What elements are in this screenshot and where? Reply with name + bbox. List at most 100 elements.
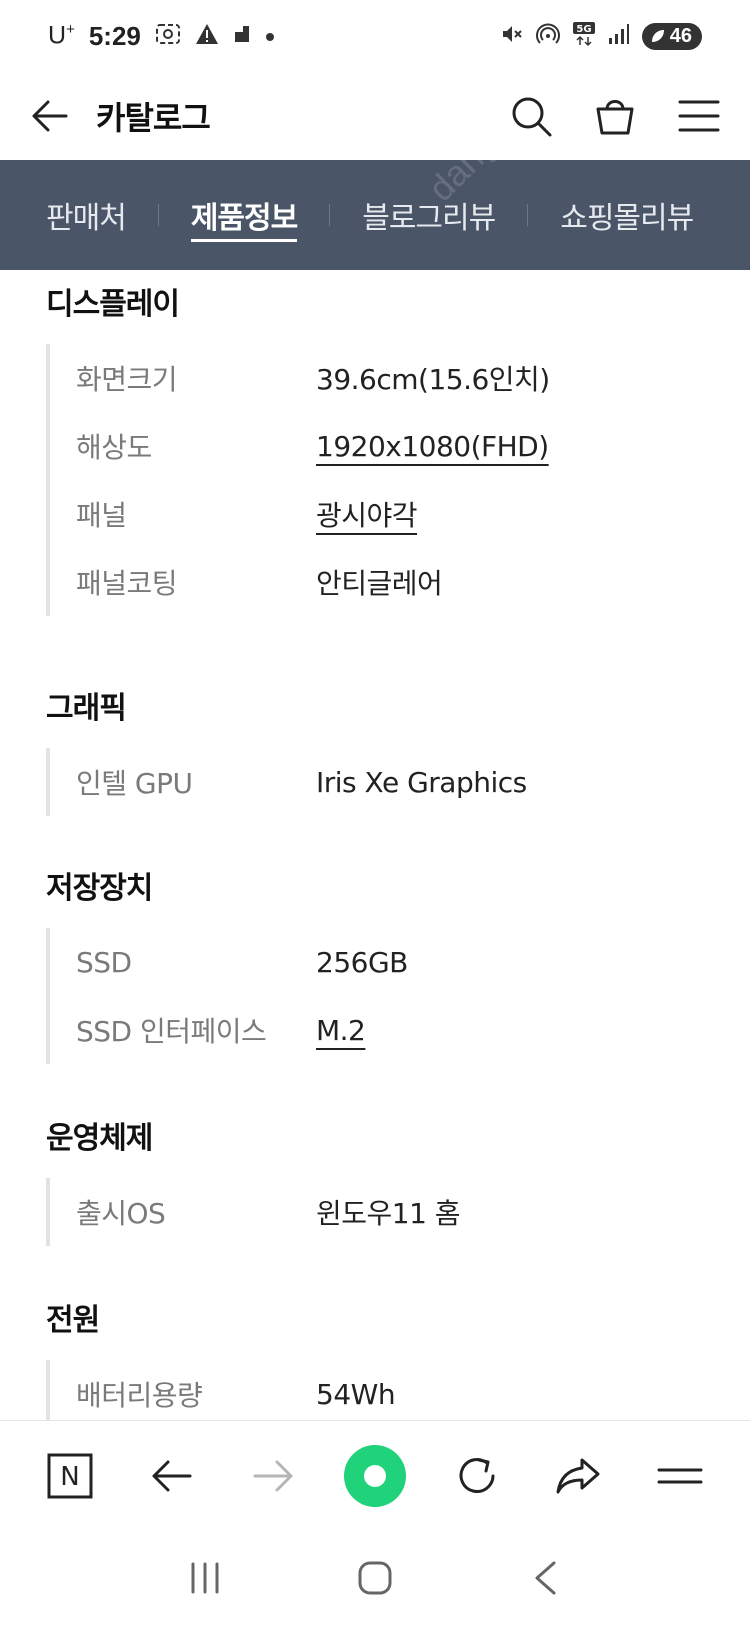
section-title: 그래픽: [46, 691, 127, 726]
spec-value-link[interactable]: 광시야각: [316, 494, 418, 534]
spec-list: 배터리용량 54Wh: [46, 1360, 750, 1420]
page-title: 카탈로그: [96, 99, 211, 137]
hamburger-menu-icon: [678, 100, 720, 132]
menu-button[interactable]: [676, 93, 722, 139]
screenshot-icon: [155, 23, 181, 50]
tab-mall-reviews[interactable]: 쇼핑몰리뷰: [560, 160, 694, 270]
spec-label: 출시OS: [76, 1197, 166, 1230]
svg-text:5G: 5G: [576, 24, 591, 35]
spec-row: 화면크기 39.6cm(15.6인치): [76, 344, 750, 412]
section-title: 전원: [46, 1303, 100, 1338]
section-title: 디스플레이: [46, 287, 180, 322]
spec-value: 256GB: [316, 945, 408, 979]
carrier-label: U+: [48, 21, 75, 50]
spec-label: 해상도: [76, 431, 152, 464]
spec-value: 안티글레어: [316, 567, 443, 600]
spec-list: 화면크기 39.6cm(15.6인치) 해상도 1920x1080(FHD) 패…: [46, 344, 750, 616]
spec-label: 배터리용량: [76, 1379, 203, 1412]
naver-n-button[interactable]: N: [38, 1444, 102, 1508]
section-title: 저장장치: [46, 871, 153, 906]
tab-blog-reviews[interactable]: 블로그리뷰: [362, 160, 496, 270]
section-title: 운영체제: [46, 1121, 153, 1156]
share-button[interactable]: [546, 1444, 610, 1508]
spec-content: 디스플레이 화면크기 39.6cm(15.6인치) 해상도 1920x1080(…: [0, 270, 750, 1420]
green-dot-icon: [343, 1444, 406, 1507]
spec-value: 윈도우11 홈: [316, 1197, 461, 1230]
cart-button[interactable]: [592, 93, 638, 139]
system-back-button[interactable]: [515, 1548, 575, 1608]
mute-icon: [500, 22, 524, 51]
spec-list: SSD 256GB SSD 인터페이스 M.2: [46, 928, 750, 1064]
spec-value: 39.6cm(15.6인치): [316, 363, 550, 396]
dot-icon: [265, 25, 275, 47]
recent-apps-button[interactable]: [175, 1548, 235, 1608]
arrow-right-icon: [253, 1460, 293, 1491]
tab-divider: [157, 204, 159, 226]
spec-label: SSD: [76, 945, 132, 979]
spec-value: 54Wh: [316, 1377, 396, 1411]
app-header: 카탈로그: [0, 72, 750, 160]
spec-label: SSD 인터페이스: [76, 1015, 267, 1048]
hotspot-icon: [535, 22, 560, 51]
search-icon: [512, 97, 552, 137]
tab-product-info[interactable]: 제품정보: [190, 160, 298, 270]
header-actions: [508, 93, 722, 139]
tab-divider: [527, 204, 529, 226]
chevron-left-icon: [535, 1561, 556, 1594]
spec-label: 패널코팅: [76, 567, 178, 600]
svg-text:N: N: [60, 1462, 79, 1492]
spec-row: 패널코팅 안티글레어: [76, 548, 750, 616]
spec-list: 출시OS 윈도우11 홈: [46, 1178, 750, 1246]
battery-level: 46: [669, 24, 692, 47]
n-logo-icon: N: [47, 1453, 93, 1498]
back-button[interactable]: [28, 94, 72, 138]
system-nav-bar: [0, 1530, 750, 1625]
battery-indicator: 46: [641, 22, 702, 50]
app-notification-icon: [233, 24, 251, 49]
refresh-button[interactable]: [445, 1444, 509, 1508]
section-power: 전원 배터리용량 54Wh: [0, 1286, 750, 1420]
spec-row: 배터리용량 54Wh: [76, 1360, 750, 1420]
leaf-icon: [651, 30, 664, 42]
shopping-bag-icon: [596, 100, 634, 135]
warning-icon: [195, 23, 219, 50]
spec-list: 인텔 GPU Iris Xe Graphics: [46, 748, 750, 816]
spec-row: 출시OS 윈도우11 홈: [76, 1178, 750, 1246]
spec-row: 패널 광시야각: [76, 480, 750, 548]
spec-value: Iris Xe Graphics: [316, 765, 527, 799]
spec-row: 인텔 GPU Iris Xe Graphics: [76, 748, 750, 816]
home-square-icon: [358, 1561, 392, 1594]
section-os: 운영체제 출시OS 윈도우11 홈: [0, 1104, 750, 1246]
refresh-icon: [459, 1457, 495, 1493]
menu-lines-icon: [657, 1468, 703, 1483]
spec-row: SSD 인터페이스 M.2: [76, 996, 750, 1064]
spec-row: 해상도 1920x1080(FHD): [76, 412, 750, 480]
tab-bar: 판매처 제품정보 블로그리뷰 쇼핑몰리뷰 danggeong: [0, 160, 750, 270]
system-home-button[interactable]: [345, 1548, 405, 1608]
home-button[interactable]: [343, 1444, 407, 1508]
browser-forward-button[interactable]: [241, 1444, 305, 1508]
section-display: 디스플레이 화면크기 39.6cm(15.6인치) 해상도 1920x1080(…: [0, 270, 750, 616]
section-storage: 저장장치 SSD 256GB SSD 인터페이스 M.2: [0, 854, 750, 1064]
browser-back-button[interactable]: [140, 1444, 204, 1508]
recent-apps-icon: [191, 1562, 219, 1593]
spec-label: 화면크기: [76, 363, 178, 396]
spec-value-link[interactable]: 1920x1080(FHD): [316, 430, 549, 463]
status-left: U+ 5:29: [48, 21, 275, 52]
spec-value-link[interactable]: M.2: [316, 1014, 366, 1047]
status-time: 5:29: [88, 20, 141, 51]
browser-toolbar: N: [0, 1420, 750, 1530]
arrow-left-icon: [152, 1460, 192, 1491]
browser-menu-button[interactable]: [648, 1444, 712, 1508]
spec-label: 인텔 GPU: [76, 767, 193, 800]
5g-icon: 5G: [572, 21, 596, 52]
status-right: 5G 46: [500, 21, 702, 52]
search-button[interactable]: [508, 93, 554, 139]
section-graphics: 그래픽 인텔 GPU Iris Xe Graphics: [0, 674, 750, 816]
tab-divider: [329, 204, 331, 226]
tab-sellers[interactable]: 판매처: [46, 160, 127, 270]
share-arrow-icon: [556, 1458, 600, 1493]
signal-icon: [608, 23, 630, 50]
spec-row: SSD 256GB: [76, 928, 750, 996]
status-bar: U+ 5:29 5G 46: [0, 0, 750, 72]
